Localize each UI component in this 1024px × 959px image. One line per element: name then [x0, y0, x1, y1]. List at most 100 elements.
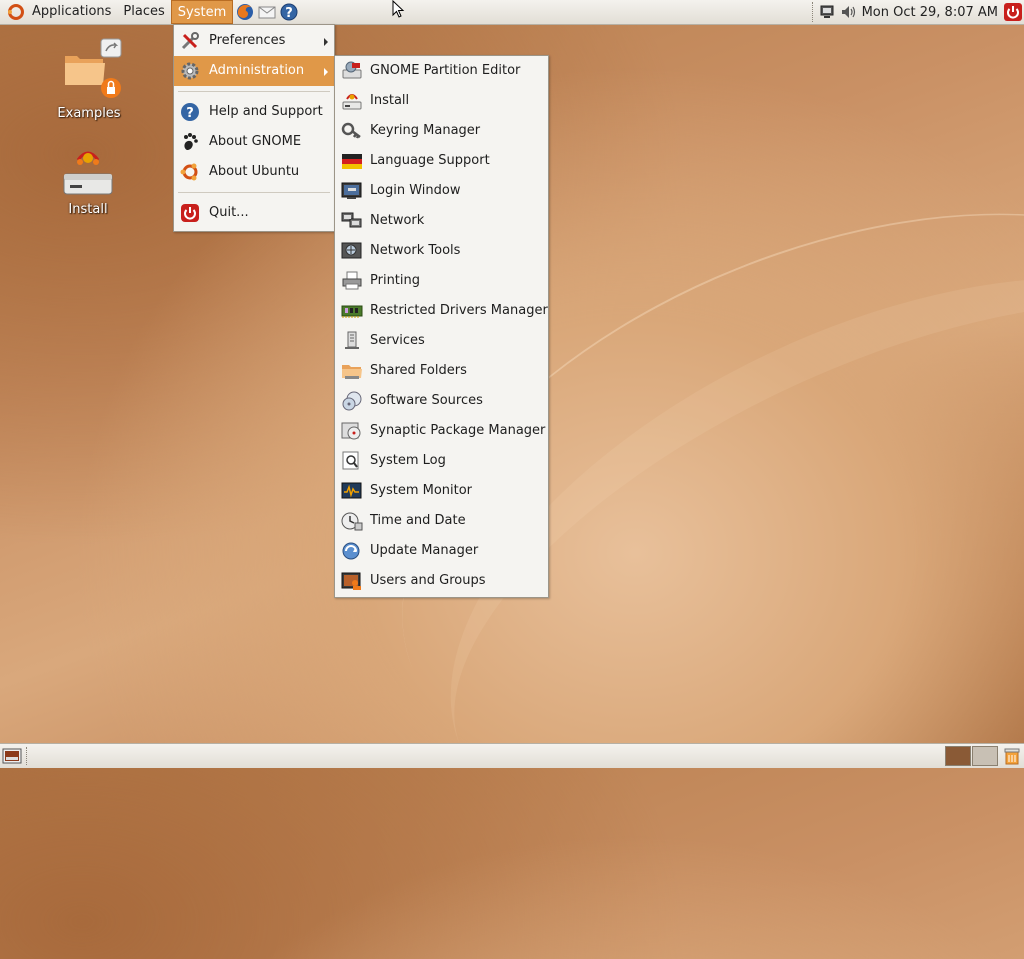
ubuntu-logo-icon[interactable] — [8, 4, 24, 20]
system-dropdown-menu: Preferences Administration ? Help and Su… — [173, 24, 335, 232]
network-monitor-icon[interactable] — [816, 1, 838, 23]
menu-item-language-support[interactable]: Language Support — [335, 146, 548, 176]
menu-item-label: Shared Folders — [370, 363, 467, 378]
network-tools-icon — [341, 241, 363, 261]
mouse-cursor-icon — [392, 0, 405, 18]
panel-separator — [26, 747, 28, 765]
submenu-arrow-icon — [324, 68, 328, 76]
menu-item-keyring-manager[interactable]: Keyring Manager — [335, 116, 548, 146]
menu-item-label: Software Sources — [370, 393, 483, 408]
volume-icon[interactable] — [838, 1, 860, 23]
menu-item-label: Restricted Drivers Manager — [370, 303, 548, 318]
menu-item-label: Synaptic Package Manager — [370, 423, 546, 438]
menu-item-network[interactable]: Network — [335, 206, 548, 236]
menu-item-label: Printing — [370, 273, 421, 288]
menu-item-label: Language Support — [370, 153, 490, 168]
driver-card-icon — [341, 301, 363, 321]
system-monitor-icon — [341, 481, 363, 501]
tray-separator — [811, 2, 814, 22]
ubuntu-icon — [180, 162, 202, 182]
menu-separator — [178, 91, 330, 92]
menu-item-label: System Monitor — [370, 483, 473, 498]
menu-item-administration[interactable]: Administration — [174, 56, 334, 86]
language-flag-icon — [341, 151, 363, 171]
system-tray: Mon Oct 29, 8:07 AM — [810, 0, 1024, 24]
menu-item-label: GNOME Partition Editor — [370, 63, 521, 78]
applications-menu[interactable]: Applications — [26, 0, 117, 24]
menu-item-label: Network Tools — [370, 243, 461, 258]
power-icon — [180, 203, 202, 223]
users-groups-icon — [341, 571, 363, 591]
help-icon[interactable]: ? — [279, 2, 299, 22]
services-icon — [341, 331, 363, 351]
mail-icon[interactable] — [257, 2, 277, 22]
keyring-icon — [341, 121, 363, 141]
menu-separator — [178, 192, 330, 193]
menu-item-label: Users and Groups — [370, 573, 486, 588]
svg-text:?: ? — [285, 6, 293, 21]
workspace-1[interactable] — [945, 746, 971, 766]
menu-item-about-ubuntu[interactable]: About Ubuntu — [174, 157, 334, 187]
desktop-icon-label: Examples — [57, 106, 121, 121]
partition-editor-icon — [341, 61, 363, 81]
menu-item-synaptic-package-manager[interactable]: Synaptic Package Manager — [335, 416, 548, 446]
menu-item-label: Keyring Manager — [370, 123, 481, 138]
menu-item-label: Quit... — [209, 205, 249, 220]
menu-item-label: Preferences — [209, 33, 286, 48]
clock[interactable]: Mon Oct 29, 8:07 AM — [860, 5, 1002, 20]
help-icon: ? — [180, 102, 202, 122]
menu-item-services[interactable]: Services — [335, 326, 548, 356]
folder-link-icon — [65, 38, 122, 98]
install-drive-icon — [63, 151, 113, 195]
menu-item-system-log[interactable]: System Log — [335, 446, 548, 476]
menu-item-label: Install — [370, 93, 410, 108]
synaptic-icon — [341, 421, 363, 441]
desktop-icon-examples[interactable]: Examples — [49, 38, 129, 121]
printer-icon — [341, 271, 363, 291]
software-sources-icon — [341, 391, 363, 411]
menu-item-printing[interactable]: Printing — [335, 266, 548, 296]
menu-item-help-and-support[interactable]: ? Help and Support — [174, 97, 334, 127]
system-log-icon — [341, 451, 363, 471]
menu-item-network-tools[interactable]: Network Tools — [335, 236, 548, 266]
show-desktop-icon[interactable] — [2, 746, 22, 766]
menu-item-label: Time and Date — [370, 513, 466, 528]
menu-item-quit[interactable]: Quit... — [174, 198, 334, 228]
menu-item-label: Services — [370, 333, 425, 348]
top-panel: Applications Places System ? Mon Oct 29,… — [0, 0, 1024, 25]
administration-submenu: GNOME Partition Editor Install Keyring M… — [334, 55, 549, 598]
menu-item-login-window[interactable]: Login Window — [335, 176, 548, 206]
menu-item-time-and-date[interactable]: Time and Date — [335, 506, 548, 536]
menu-item-label: Administration — [209, 63, 305, 78]
submenu-arrow-icon — [324, 38, 328, 46]
svg-text:?: ? — [186, 106, 194, 121]
trash-icon[interactable] — [1002, 746, 1022, 766]
menu-item-system-monitor[interactable]: System Monitor — [335, 476, 548, 506]
menu-item-software-sources[interactable]: Software Sources — [335, 386, 548, 416]
desktop-icon-install[interactable]: Install — [48, 148, 128, 217]
menu-item-label: About GNOME — [209, 134, 302, 149]
system-menu[interactable]: System — [170, 0, 234, 24]
menu-item-label: Login Window — [370, 183, 461, 198]
menu-item-users-and-groups[interactable]: Users and Groups — [335, 566, 548, 596]
update-manager-icon — [341, 541, 363, 561]
menu-item-gnome-partition-editor[interactable]: GNOME Partition Editor — [335, 56, 548, 86]
gnome-foot-icon — [180, 132, 202, 152]
firefox-icon[interactable] — [235, 2, 255, 22]
menu-item-restricted-drivers-manager[interactable]: Restricted Drivers Manager — [335, 296, 548, 326]
menu-item-install[interactable]: Install — [335, 86, 548, 116]
menu-item-shared-folders[interactable]: Shared Folders — [335, 356, 548, 386]
places-menu[interactable]: Places — [117, 0, 170, 24]
menu-item-update-manager[interactable]: Update Manager — [335, 536, 548, 566]
menu-item-label: Help and Support — [209, 104, 323, 119]
menu-item-about-gnome[interactable]: About GNOME — [174, 127, 334, 157]
power-icon[interactable] — [1002, 1, 1024, 23]
menu-item-preferences[interactable]: Preferences — [174, 26, 334, 56]
bottom-panel — [0, 743, 1024, 768]
network-icon — [341, 211, 363, 231]
menu-item-label: Update Manager — [370, 543, 479, 558]
menu-item-label: About Ubuntu — [209, 164, 300, 179]
install-icon — [341, 91, 363, 111]
preferences-icon — [180, 31, 202, 51]
workspace-2[interactable] — [972, 746, 998, 766]
